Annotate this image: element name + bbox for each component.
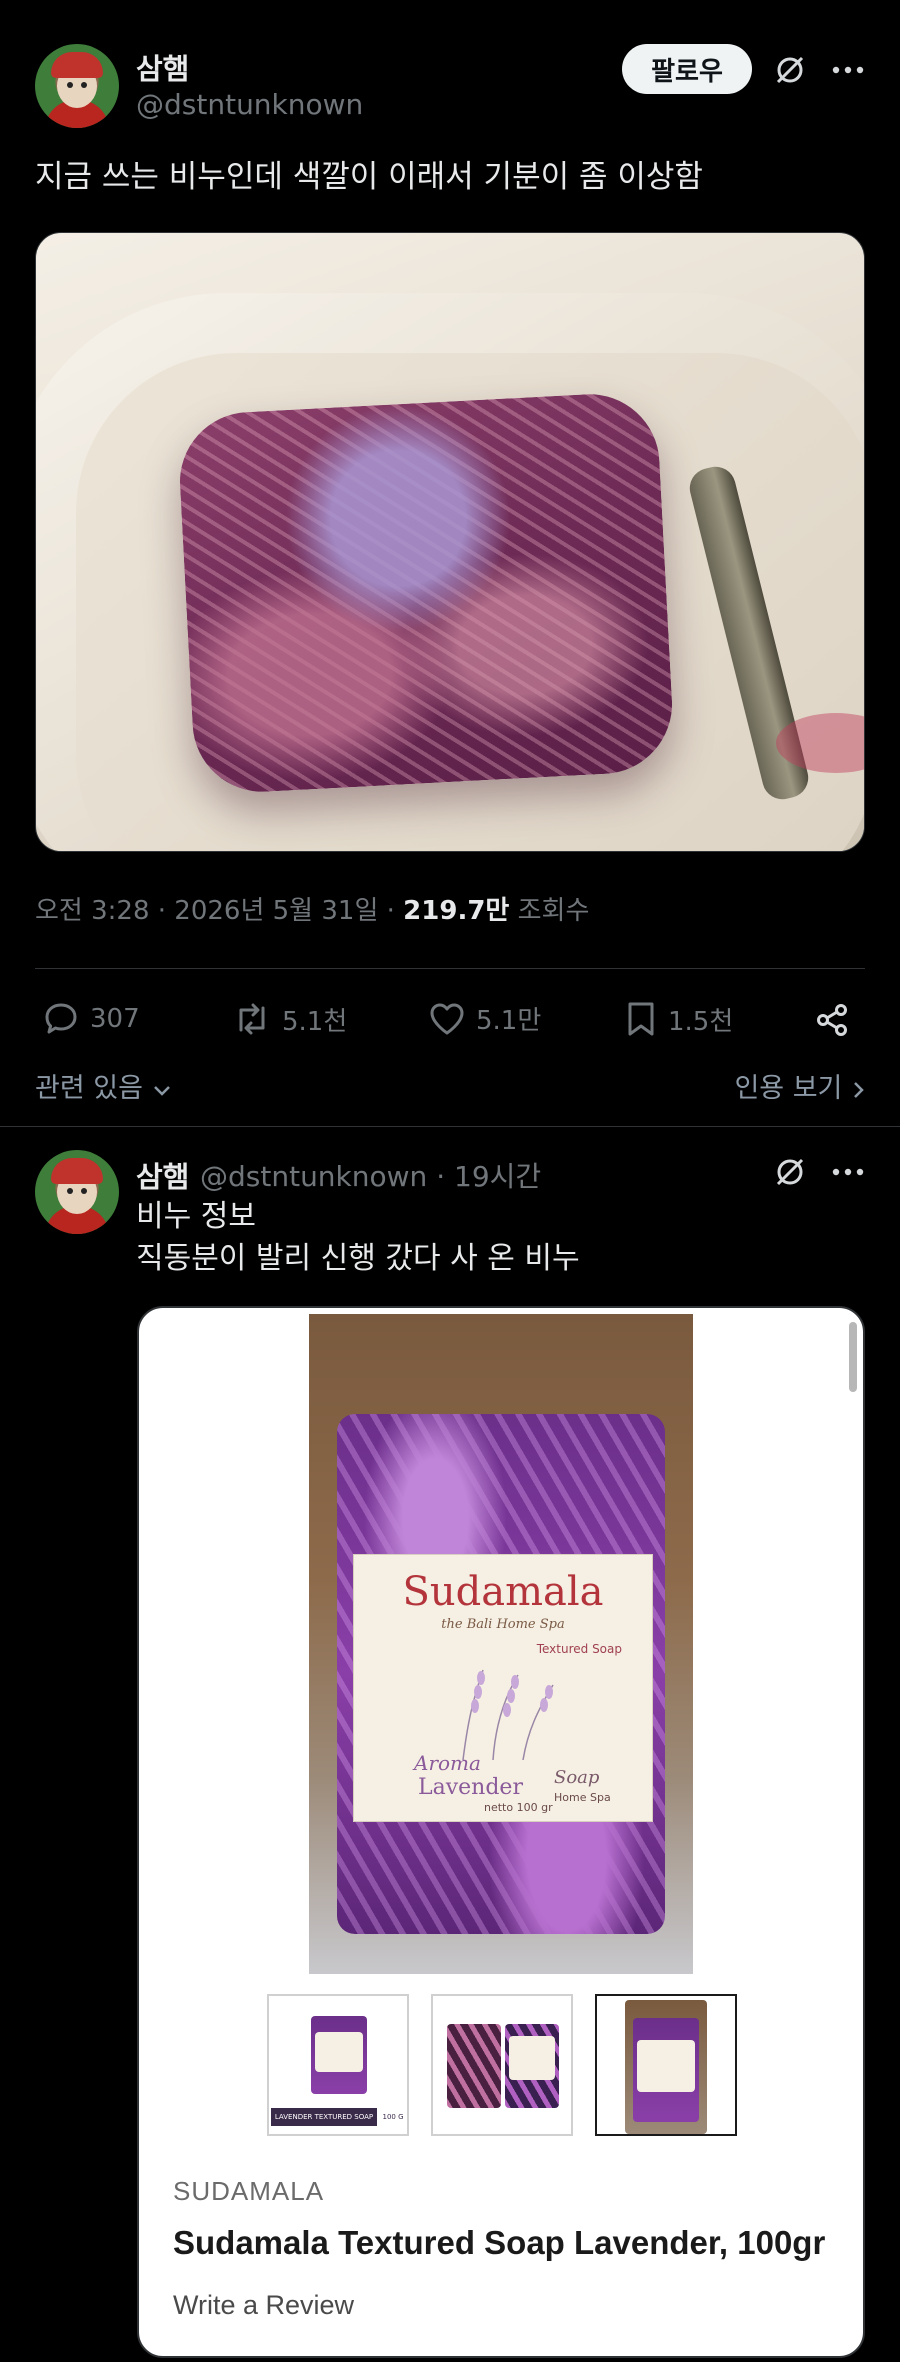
card-brand: SUDAMALA — [173, 2176, 325, 2206]
view-quotes-link[interactable]: 인용 보기 — [734, 1066, 865, 1105]
tweet-avatar[interactable] — [35, 44, 119, 128]
thumbnail-1[interactable]: LAVENDER TEXTURED SOAP 100 G — [267, 1994, 409, 2136]
reply-grok-icon[interactable] — [770, 1152, 810, 1192]
share-icon[interactable] — [812, 1000, 852, 1040]
views-label: 조회수 — [509, 896, 590, 926]
reply-count: 307 — [90, 1004, 140, 1034]
like-icon — [430, 1003, 464, 1034]
product-image[interactable]: Sudamala the Bali Home Spa Textured Soap… — [309, 1314, 693, 1974]
label-sub: the Bali Home Spa — [441, 1617, 565, 1632]
tweet-text: 지금 쓰는 비누인데 색깔이 이래서 기분이 좀 이상함 — [35, 159, 703, 195]
reply-author-handle[interactable]: @dstntunknown · 19시간 — [200, 1155, 541, 1195]
label-soap: Soap — [554, 1767, 600, 1788]
follow-button[interactable]: 팔로우 — [622, 44, 752, 94]
thumbnail-3[interactable] — [595, 1994, 737, 2136]
reply-more-icon[interactable] — [828, 1152, 868, 1192]
card-title[interactable]: Sudamala Textured Soap Lavender, 100gr — [173, 2224, 825, 2262]
views-count: 219.7만 — [403, 896, 510, 926]
retweet-count: 5.1천 — [282, 1006, 348, 1037]
lavender-illustration — [462, 1669, 554, 1760]
thumb1-size: 100 G — [382, 2113, 404, 2121]
reply-action[interactable]: 307 — [42, 1000, 140, 1038]
bookmark-icon — [628, 1002, 654, 1036]
tweet-time[interactable]: 오전 3:28 · 2026년 5월 31일 · — [35, 896, 403, 926]
divider-thread — [0, 1126, 900, 1127]
author-handle[interactable]: @dstntunknown — [136, 88, 363, 121]
reply-icon — [45, 1003, 77, 1034]
grok-icon[interactable] — [770, 50, 810, 90]
reply-author-name[interactable]: 삼햄 — [136, 1154, 189, 1196]
tweet-meta: 오전 3:28 · 2026년 5월 31일 · 219.7만 조회수 — [35, 890, 589, 927]
label-lavender: Lavender — [418, 1775, 523, 1800]
like-count: 5.1만 — [476, 1006, 542, 1036]
bookmark-action[interactable]: 1.5천 — [624, 1000, 733, 1038]
card-scrollbar[interactable] — [849, 1322, 857, 1392]
reply-text-line2: 직동분이 발리 신행 갔다 사 온 비누 — [136, 1241, 580, 1276]
like-action[interactable]: 5.1만 — [428, 1000, 541, 1037]
author-name[interactable]: 삼햄 — [136, 46, 189, 88]
label-aroma: Aroma — [414, 1751, 481, 1775]
more-icon[interactable] — [828, 50, 868, 90]
thumb1-caption: LAVENDER TEXTURED SOAP — [271, 2108, 377, 2126]
label-homespa: Home Spa — [554, 1791, 611, 1804]
chevron-down-icon — [153, 1085, 170, 1096]
bookmark-count: 1.5천 — [668, 1006, 734, 1037]
label-netto: netto 100 gr — [484, 1801, 553, 1814]
divider-top — [35, 968, 865, 969]
label-textured: Textured Soap — [536, 1642, 622, 1656]
thumbnail-2[interactable] — [431, 1994, 573, 2136]
related-toggle[interactable]: 관련 있음 — [35, 1066, 172, 1105]
reply-text-line1: 비누 정보 — [136, 1199, 256, 1234]
reply-time[interactable]: · 19시간 — [436, 1160, 541, 1193]
retweet-action[interactable]: 5.1천 — [232, 1000, 347, 1038]
tweet-photo[interactable] — [35, 232, 865, 852]
soap-image — [176, 390, 676, 796]
link-card[interactable]: Sudamala the Bali Home Spa Textured Soap… — [137, 1306, 865, 2358]
write-review-link[interactable]: Write a Review — [173, 2290, 354, 2321]
reply-avatar[interactable] — [35, 1150, 119, 1234]
chevron-right-icon — [854, 1081, 864, 1098]
label-brand: Sudamala — [402, 1569, 604, 1615]
retweet-icon — [239, 1003, 265, 1035]
